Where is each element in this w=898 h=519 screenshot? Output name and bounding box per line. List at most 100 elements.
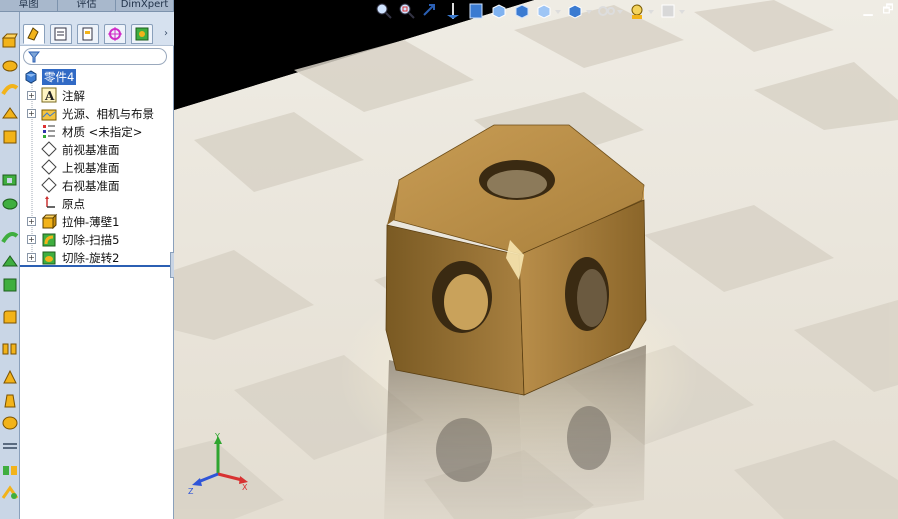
tree-root-part[interactable]: 零件4: [20, 67, 174, 85]
lighting-button[interactable]: [628, 1, 656, 21]
tree-item-label: 注解: [62, 89, 85, 103]
tree-item-origin[interactable]: 原点: [20, 194, 174, 212]
triad-z-label: Z: [188, 487, 194, 496]
previous-view-icon: [423, 4, 435, 16]
tree-item-front-plane[interactable]: 前视基准面: [20, 140, 174, 158]
tree-item-annotations[interactable]: + A 注解: [20, 86, 174, 104]
shell-icon[interactable]: [1, 414, 19, 432]
tree-item-right-plane[interactable]: 右视基准面: [20, 176, 174, 194]
command-toolbar-strip: [0, 12, 20, 519]
dimxpert-manager-icon: [108, 27, 122, 41]
triad-x-label: X: [242, 483, 248, 492]
tree-item-label: 原点: [62, 197, 85, 211]
tree-item-sweep-cut[interactable]: + 切除-扫描5: [20, 230, 174, 248]
view-orientation-button[interactable]: [489, 1, 509, 21]
tree-item-label: 材质 <未指定>: [62, 125, 143, 139]
linear-pattern-icon[interactable]: [1, 340, 19, 358]
more-tabs-chevron-icon[interactable]: ›: [164, 28, 172, 40]
tree-item-label: 拉伸-薄壁1: [62, 215, 120, 229]
reference-triad: Y X Z: [188, 432, 248, 496]
tab-evaluate[interactable]: 评估: [58, 0, 116, 12]
expand-icon[interactable]: +: [27, 91, 36, 100]
tree-item-label: 右视基准面: [62, 179, 120, 193]
swept-cut-icon[interactable]: [1, 228, 19, 246]
feature-manager-icon: [27, 27, 39, 41]
revolved-boss-icon[interactable]: [1, 56, 19, 74]
property-manager-icon: [54, 27, 67, 41]
boundary-boss-icon[interactable]: [1, 128, 19, 146]
dynamic-annotation-button[interactable]: [466, 1, 486, 21]
swept-boss-icon[interactable]: [1, 80, 19, 98]
tree-item-label: 前视基准面: [62, 143, 120, 157]
tree-filter-input[interactable]: [23, 48, 167, 65]
zoom-to-fit-icon: [376, 3, 392, 19]
apply-scene-icon: [598, 6, 623, 16]
restore-button[interactable]: 🗗: [882, 2, 894, 16]
annotation-icon: A: [41, 87, 57, 103]
tree-item-revolve-cut[interactable]: + 切除-旋转2: [20, 248, 174, 266]
tree-item-label: 切除-扫描5: [62, 233, 120, 247]
fillet-icon[interactable]: [1, 308, 19, 326]
tree-item-material[interactable]: 材质 <未指定>: [20, 122, 174, 140]
mirror-icon[interactable]: [1, 460, 19, 478]
wrap-icon[interactable]: [1, 438, 19, 456]
display-style-icon: [515, 4, 529, 19]
draft-icon[interactable]: [1, 392, 19, 410]
dimxpert-manager-tab[interactable]: [104, 24, 126, 44]
expand-icon[interactable]: +: [27, 253, 36, 262]
extruded-cut-icon[interactable]: [1, 170, 19, 188]
display-manager-tab[interactable]: [131, 24, 153, 44]
zoom-to-area-button[interactable]: [397, 1, 417, 21]
scene-render: [174, 0, 898, 519]
expand-icon[interactable]: +: [27, 235, 36, 244]
lights-cameras-icon: [41, 105, 57, 121]
previous-view-button[interactable]: [420, 1, 440, 21]
tree-item-label: 光源、相机与布景: [62, 107, 154, 121]
lofted-cut-icon[interactable]: [1, 252, 19, 270]
revolved-cut-icon[interactable]: [1, 194, 19, 212]
minimize-button[interactable]: ▁: [862, 2, 874, 16]
window-controls: ▁ 🗗: [862, 2, 894, 16]
hide-show-items-button[interactable]: [535, 1, 563, 21]
revolve-cut-icon: [41, 249, 57, 265]
graphics-viewport[interactable]: ▁ 🗗 Y X Z: [174, 0, 898, 519]
tab-dimxpert[interactable]: DimXpert: [116, 0, 174, 12]
origin-icon: [41, 195, 57, 211]
tree-item-lights-cameras-scene[interactable]: + 光源、相机与布景: [20, 104, 174, 122]
configuration-manager-tab[interactable]: [77, 24, 99, 44]
tree-item-label: 上视基准面: [62, 161, 120, 175]
display-style-button[interactable]: [512, 1, 532, 21]
section-view-button[interactable]: [443, 1, 463, 21]
dynamic-annotation-icon: [469, 3, 483, 19]
plane-icon: [41, 141, 57, 157]
view-settings-button[interactable]: [659, 1, 687, 21]
heads-up-view-toolbar: [374, 1, 687, 23]
triad-y-label: Y: [214, 432, 220, 441]
apply-scene-button[interactable]: [597, 1, 625, 21]
rib-icon[interactable]: [1, 368, 19, 386]
expand-icon[interactable]: +: [27, 217, 36, 226]
tree-item-extrude-thin[interactable]: + 拉伸-薄壁1: [20, 212, 174, 230]
tree-item-top-plane[interactable]: 上视基准面: [20, 158, 174, 176]
edit-appearance-icon: [568, 4, 592, 19]
expand-icon[interactable]: +: [27, 109, 36, 118]
boundary-cut-icon[interactable]: [1, 276, 19, 294]
feature-manager-tab[interactable]: [23, 24, 45, 44]
view-orientation-icon: [492, 4, 506, 19]
rollback-bar[interactable]: [20, 265, 170, 267]
command-manager-tabs: 草图 评估 DimXpert: [0, 0, 174, 12]
configuration-manager-icon: [82, 27, 93, 41]
tab-sketch[interactable]: 草图: [0, 0, 58, 12]
plane-icon: [41, 159, 57, 175]
property-manager-tab[interactable]: [50, 24, 72, 44]
reference-geometry-icon[interactable]: [1, 484, 19, 502]
zoom-to-fit-button[interactable]: [374, 1, 394, 21]
extruded-boss-icon[interactable]: [1, 32, 19, 50]
part-icon: [23, 68, 39, 84]
svg-text:A: A: [44, 89, 55, 103]
lighting-icon: [631, 4, 654, 19]
edit-appearance-button[interactable]: [566, 1, 594, 21]
part-name-label: 零件4: [42, 69, 77, 85]
filter-icon: [28, 51, 40, 63]
lofted-boss-icon[interactable]: [1, 104, 19, 122]
